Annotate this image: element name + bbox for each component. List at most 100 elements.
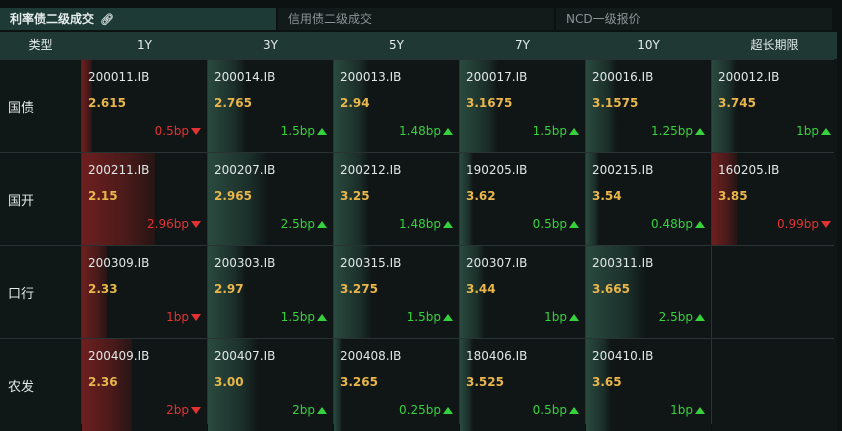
bond-cell[interactable]: 200012.IB 3.745 1bp	[712, 60, 837, 152]
bond-yield: 2.94	[340, 96, 370, 110]
bond-yield: 3.25	[340, 189, 370, 203]
triangle-down-icon	[191, 407, 201, 414]
yield-change-value: 1bp	[544, 310, 567, 324]
bond-cell[interactable]: 200303.IB 2.97 1.5bp	[208, 246, 333, 338]
bond-cell[interactable]: 200410.IB 3.65 1bp	[586, 339, 711, 431]
triangle-up-icon	[569, 128, 579, 135]
yield-change-value: 0.5bp	[154, 124, 189, 138]
tab-rate-bond-secondary[interactable]: 利率债二级成交 🔗︎	[0, 8, 278, 30]
bond-cell[interactable]: 200409.IB 2.36 2bp	[82, 339, 207, 431]
bond-cell[interactable]: 200307.IB 3.44 1bp	[460, 246, 585, 338]
yield-change-value: 0.48bp	[651, 217, 693, 231]
bond-yield: 3.44	[466, 282, 496, 296]
bond-cell[interactable]: 200016.IB 3.1575 1.25bp	[586, 60, 711, 152]
bond-cell[interactable]: 200309.IB 2.33 1bp	[82, 246, 207, 338]
yield-change-value: 0.25bp	[399, 403, 441, 417]
yield-table: 类型 1Y 3Y 5Y 7Y 10Y 超长期限 国债 200011.IB 2.615…	[0, 32, 837, 431]
yield-change-value: 1.25bp	[651, 124, 693, 138]
yield-change-value: 1.5bp	[280, 124, 315, 138]
bond-code: 180406.IB	[466, 349, 528, 363]
yield-change: 1.5bp	[281, 124, 327, 138]
yield-change: 1bp	[670, 403, 705, 417]
tab-label: 利率债二级成交	[10, 12, 95, 26]
row-label: 国债	[0, 60, 81, 152]
row-label: 口行	[0, 246, 81, 338]
yield-change: 2.5bp	[659, 310, 705, 324]
header-tenor-3y[interactable]: 3Y	[208, 32, 333, 59]
yield-change: 1bp	[544, 310, 579, 324]
triangle-up-icon	[569, 221, 579, 228]
bond-cell[interactable]: 200407.IB 3.00 2bp	[208, 339, 333, 431]
bond-cell[interactable]: 200311.IB 3.665 2.5bp	[586, 246, 711, 338]
yield-change: 0.25bp	[399, 403, 453, 417]
bond-cell[interactable]: 200215.IB 3.54 0.48bp	[586, 153, 711, 245]
bond-code: 200011.IB	[88, 70, 150, 84]
bond-yield: 2.15	[88, 189, 118, 203]
bond-yield: 3.85	[718, 189, 748, 203]
yield-change: 1.48bp	[399, 124, 453, 138]
bond-cell[interactable]: 200011.IB 2.615 0.5bp	[82, 60, 207, 152]
header-type: 类型	[0, 32, 81, 59]
yield-change-value: 2.5bp	[658, 310, 693, 324]
bond-cell[interactable]: 200013.IB 2.94 1.48bp	[334, 60, 459, 152]
triangle-up-icon	[443, 128, 453, 135]
bond-cell[interactable]: 160205.IB 3.85 0.99bp	[712, 153, 837, 245]
bond-cell[interactable]: 200408.IB 3.265 0.25bp	[334, 339, 459, 431]
triangle-up-icon	[443, 407, 453, 414]
header-tenor-7y[interactable]: 7Y	[460, 32, 585, 59]
triangle-up-icon	[569, 407, 579, 414]
yield-change-value: 2bp	[166, 403, 189, 417]
yield-change-value: 2bp	[292, 403, 315, 417]
bond-cell[interactable]: 200014.IB 2.765 1.5bp	[208, 60, 333, 152]
tab-label: NCD一级报价	[566, 12, 641, 26]
bond-code: 200207.IB	[214, 163, 276, 177]
bond-code: 200014.IB	[214, 70, 276, 84]
bond-cell[interactable]: 200212.IB 3.25 1.48bp	[334, 153, 459, 245]
bond-cell[interactable]: 200315.IB 3.275 1.5bp	[334, 246, 459, 338]
yield-change: 1bp	[166, 310, 201, 324]
tab-credit-bond-secondary[interactable]: 信用债二级成交	[278, 8, 556, 30]
triangle-up-icon	[695, 407, 705, 414]
header-tenor-1y[interactable]: 1Y	[82, 32, 207, 59]
bond-cell[interactable]: 200207.IB 2.965 2.5bp	[208, 153, 333, 245]
yield-change: 2bp	[166, 403, 201, 417]
bond-yield: 3.265	[340, 375, 378, 389]
yield-change: 1.25bp	[651, 124, 705, 138]
link-icon[interactable]: 🔗︎	[100, 9, 114, 31]
header-tenor-5y[interactable]: 5Y	[334, 32, 459, 59]
bond-code: 160205.IB	[718, 163, 780, 177]
yield-change-value: 1.5bp	[280, 310, 315, 324]
bond-cell[interactable]: 200211.IB 2.15 2.96bp	[82, 153, 207, 245]
tab-bar: 利率债二级成交 🔗︎ 信用债二级成交 NCD一级报价	[0, 8, 834, 30]
triangle-up-icon	[695, 128, 705, 135]
tab-label: 信用债二级成交	[288, 12, 373, 26]
bond-code: 200017.IB	[466, 70, 528, 84]
yield-change-value: 1.48bp	[399, 217, 441, 231]
bond-code: 200016.IB	[592, 70, 654, 84]
header-tenor-10y[interactable]: 10Y	[586, 32, 711, 59]
triangle-down-icon	[191, 314, 201, 321]
bond-code: 200013.IB	[340, 70, 402, 84]
triangle-up-icon	[317, 221, 327, 228]
bond-cell[interactable]: 190205.IB 3.62 0.5bp	[460, 153, 585, 245]
bond-cell[interactable]: 200017.IB 3.1675 1.5bp	[460, 60, 585, 152]
triangle-down-icon	[191, 221, 201, 228]
triangle-down-icon	[191, 128, 201, 135]
bond-yield: 2.97	[214, 282, 244, 296]
yield-change: 2bp	[292, 403, 327, 417]
bond-cell[interactable]: 180406.IB 3.525 0.5bp	[460, 339, 585, 431]
bond-code: 200311.IB	[592, 256, 654, 270]
yield-change-value: 2.96bp	[147, 217, 189, 231]
bond-yield: 2.615	[88, 96, 126, 110]
yield-change: 1.5bp	[281, 310, 327, 324]
triangle-up-icon	[695, 314, 705, 321]
bond-yield: 3.665	[592, 282, 630, 296]
bond-code: 200307.IB	[466, 256, 528, 270]
yield-change: 1.5bp	[407, 310, 453, 324]
header-tenor-ultra-long[interactable]: 超长期限	[712, 32, 837, 59]
bond-yield: 2.36	[88, 375, 118, 389]
tab-ncd-primary-quote[interactable]: NCD一级报价	[556, 8, 834, 30]
bond-code: 200408.IB	[340, 349, 402, 363]
bond-yield: 2.965	[214, 189, 252, 203]
bond-yield: 3.1575	[592, 96, 639, 110]
